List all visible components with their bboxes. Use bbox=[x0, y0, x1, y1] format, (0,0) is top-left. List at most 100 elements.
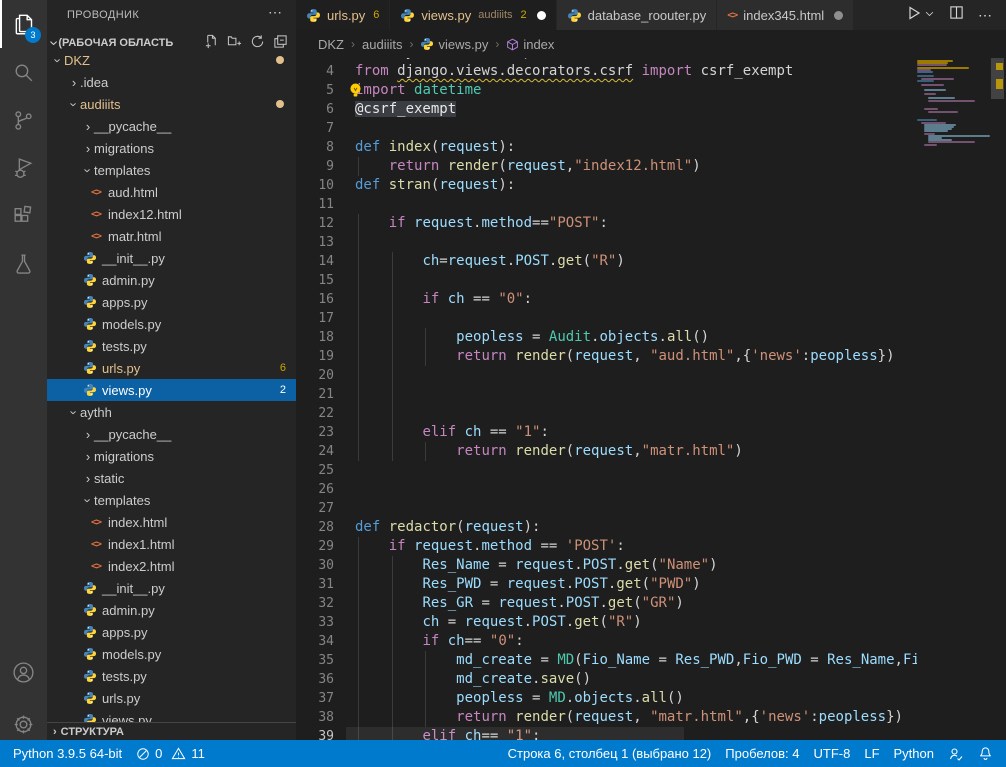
language-mode-status[interactable]: Python bbox=[887, 746, 941, 761]
tree-item-__init__.py[interactable]: __init__.py bbox=[47, 247, 296, 269]
tree-item-migrations[interactable]: ›migrations bbox=[47, 137, 296, 159]
code-line-11[interactable]: 11 bbox=[296, 195, 917, 214]
explorer-icon[interactable]: 3 bbox=[0, 0, 47, 48]
new-folder-icon[interactable] bbox=[227, 34, 242, 49]
code-line-18[interactable]: 18 peopless = Audit.objects.all() bbox=[296, 328, 917, 347]
code-line-14[interactable]: 14 ch=request.POST.get("R") bbox=[296, 252, 917, 271]
cursor-position-status[interactable]: Строка 6, столбец 1 (выбрано 12) bbox=[501, 746, 719, 761]
indentation-status[interactable]: Пробелов: 4 bbox=[718, 746, 806, 761]
breadcrumb-item-index[interactable]: index bbox=[506, 37, 554, 52]
feedback-icon[interactable] bbox=[941, 746, 971, 762]
code-line-8[interactable]: 8def index(request): bbox=[296, 138, 917, 157]
breadcrumb-item-views.py[interactable]: views.py bbox=[420, 37, 488, 52]
breadcrumb-item-DKZ[interactable]: DKZ bbox=[318, 37, 344, 52]
code-line-39[interactable]: 39 elif ch== "1": bbox=[296, 727, 917, 740]
tree-item-views.py[interactable]: views.py2 bbox=[47, 379, 296, 401]
tree-item-DKZ[interactable]: ›DKZ bbox=[47, 55, 296, 71]
code-line-26[interactable]: 26 bbox=[296, 480, 917, 499]
tree-item-index.html[interactable]: <>index.html bbox=[47, 511, 296, 533]
tree-item-tests.py[interactable]: tests.py bbox=[47, 335, 296, 357]
tree-item-urls.py[interactable]: urls.py6 bbox=[47, 357, 296, 379]
new-file-icon[interactable] bbox=[204, 34, 219, 49]
tree-item-tests.py[interactable]: tests.py bbox=[47, 665, 296, 687]
code-line-10[interactable]: 10def stran(request): bbox=[296, 176, 917, 195]
notifications-bell-icon[interactable] bbox=[971, 746, 1000, 761]
testing-icon[interactable] bbox=[0, 240, 47, 288]
code-line-29[interactable]: 29 if request.method == 'POST': bbox=[296, 537, 917, 556]
workspace-section-header[interactable]: › (РАБОЧАЯ ОБЛАСТЬ) ... bbox=[47, 30, 296, 55]
code-line-38[interactable]: 38 return render(request, "matr.html",{'… bbox=[296, 708, 917, 727]
code-line-12[interactable]: 12 if request.method=="POST": bbox=[296, 214, 917, 233]
code-line-27[interactable]: 27 bbox=[296, 499, 917, 518]
tree-item-__pycache__[interactable]: ›__pycache__ bbox=[47, 423, 296, 445]
code-editor[interactable]: 3from aythh.models import MD,Audit4from … bbox=[296, 58, 1006, 740]
tree-item-urls.py[interactable]: urls.py bbox=[47, 687, 296, 709]
explorer-more-actions[interactable]: ⋯ bbox=[268, 4, 282, 21]
run-dropdown-chevron-icon[interactable] bbox=[924, 6, 935, 24]
tree-item-admin.py[interactable]: admin.py bbox=[47, 599, 296, 621]
tree-item-models.py[interactable]: models.py bbox=[47, 643, 296, 665]
run-python-file-icon[interactable] bbox=[906, 5, 922, 26]
code-line-31[interactable]: 31 Res_PWD = request.POST.get("PWD") bbox=[296, 575, 917, 594]
tree-item-.idea[interactable]: ›.idea bbox=[47, 71, 296, 93]
source-control-icon[interactable] bbox=[0, 96, 47, 144]
tree-item-__pycache__[interactable]: ›__pycache__ bbox=[47, 115, 296, 137]
breadcrumb-item-audiiits[interactable]: audiiits bbox=[362, 37, 402, 52]
tree-item-index2.html[interactable]: <>index2.html bbox=[47, 555, 296, 577]
lightbulb-code-action-icon[interactable] bbox=[348, 82, 363, 102]
eol-status[interactable]: LF bbox=[857, 746, 886, 761]
code-line-22[interactable]: 22 bbox=[296, 404, 917, 423]
code-line-21[interactable]: 21 bbox=[296, 385, 917, 404]
code-line-35[interactable]: 35 md_create = MD(Fio_Name = Res_PWD,Fio… bbox=[296, 651, 917, 670]
tab-views.py[interactable]: views.pyaudiiits2 bbox=[390, 0, 556, 30]
extensions-icon[interactable] bbox=[0, 192, 47, 240]
code-line-25[interactable]: 25 bbox=[296, 461, 917, 480]
account-icon[interactable] bbox=[0, 648, 47, 696]
tab-urls.py[interactable]: urls.py6 bbox=[296, 0, 390, 30]
minimap[interactable] bbox=[917, 58, 985, 740]
code-line-9[interactable]: 9 return render(request,"index12.html") bbox=[296, 157, 917, 176]
code-line-34[interactable]: 34 if ch== "0": bbox=[296, 632, 917, 651]
code-line-28[interactable]: 28def redactor(request): bbox=[296, 518, 917, 537]
tree-item-aythh[interactable]: ›aythh bbox=[47, 401, 296, 423]
tree-item-aud.html[interactable]: <>aud.html bbox=[47, 181, 296, 203]
tab-index345.html[interactable]: <>index345.html bbox=[717, 0, 854, 30]
tree-item-index1.html[interactable]: <>index1.html bbox=[47, 533, 296, 555]
code-line-4[interactable]: 4from django.views.decorators.csrf impor… bbox=[296, 62, 917, 81]
tree-item-__init__.py[interactable]: __init__.py bbox=[47, 577, 296, 599]
code-line-30[interactable]: 30 Res_Name = request.POST.get("Name") bbox=[296, 556, 917, 575]
code-line-13[interactable]: 13 bbox=[296, 233, 917, 252]
code-line-19[interactable]: 19 return render(request, "aud.html",{'n… bbox=[296, 347, 917, 366]
tree-item-audiiits[interactable]: ›audiiits bbox=[47, 93, 296, 115]
tree-item-templates[interactable]: ›templates bbox=[47, 489, 296, 511]
tree-item-views.py[interactable]: views.py bbox=[47, 709, 296, 722]
code-line-15[interactable]: 15 bbox=[296, 271, 917, 290]
tree-item-apps.py[interactable]: apps.py bbox=[47, 291, 296, 313]
collapse-folders-icon[interactable] bbox=[273, 34, 288, 49]
code-line-24[interactable]: 24 return render(request,"matr.html") bbox=[296, 442, 917, 461]
code-line-33[interactable]: 33 ch = request.POST.get("R") bbox=[296, 613, 917, 632]
code-line-17[interactable]: 17 bbox=[296, 309, 917, 328]
tree-item-admin.py[interactable]: admin.py bbox=[47, 269, 296, 291]
tree-item-matr.html[interactable]: <>matr.html bbox=[47, 225, 296, 247]
encoding-status[interactable]: UTF-8 bbox=[807, 746, 858, 761]
split-editor-icon[interactable] bbox=[949, 5, 964, 25]
tree-item-static[interactable]: ›static bbox=[47, 467, 296, 489]
code-line-37[interactable]: 37 peopless = MD.objects.all() bbox=[296, 689, 917, 708]
more-actions-icon[interactable]: ⋯ bbox=[978, 7, 992, 24]
run-debug-icon[interactable] bbox=[0, 144, 47, 192]
code-line-7[interactable]: 7 bbox=[296, 119, 917, 138]
code-line-23[interactable]: 23 elif ch == "1": bbox=[296, 423, 917, 442]
outline-section-header[interactable]: › СТРУКТУРА bbox=[47, 722, 296, 740]
code-line-16[interactable]: 16 if ch == "0": bbox=[296, 290, 917, 309]
code-line-32[interactable]: 32 Res_GR = request.POST.get("GR") bbox=[296, 594, 917, 613]
tree-item-migrations[interactable]: ›migrations bbox=[47, 445, 296, 467]
tree-item-models.py[interactable]: models.py bbox=[47, 313, 296, 335]
search-icon[interactable] bbox=[0, 48, 47, 96]
tree-item-templates[interactable]: ›templates bbox=[47, 159, 296, 181]
code-line-6[interactable]: 6@csrf_exempt bbox=[296, 100, 917, 119]
tree-item-index12.html[interactable]: <>index12.html bbox=[47, 203, 296, 225]
tab-database_roouter.py[interactable]: database_roouter.py bbox=[557, 0, 718, 30]
tree-item-apps.py[interactable]: apps.py bbox=[47, 621, 296, 643]
code-line-20[interactable]: 20 bbox=[296, 366, 917, 385]
